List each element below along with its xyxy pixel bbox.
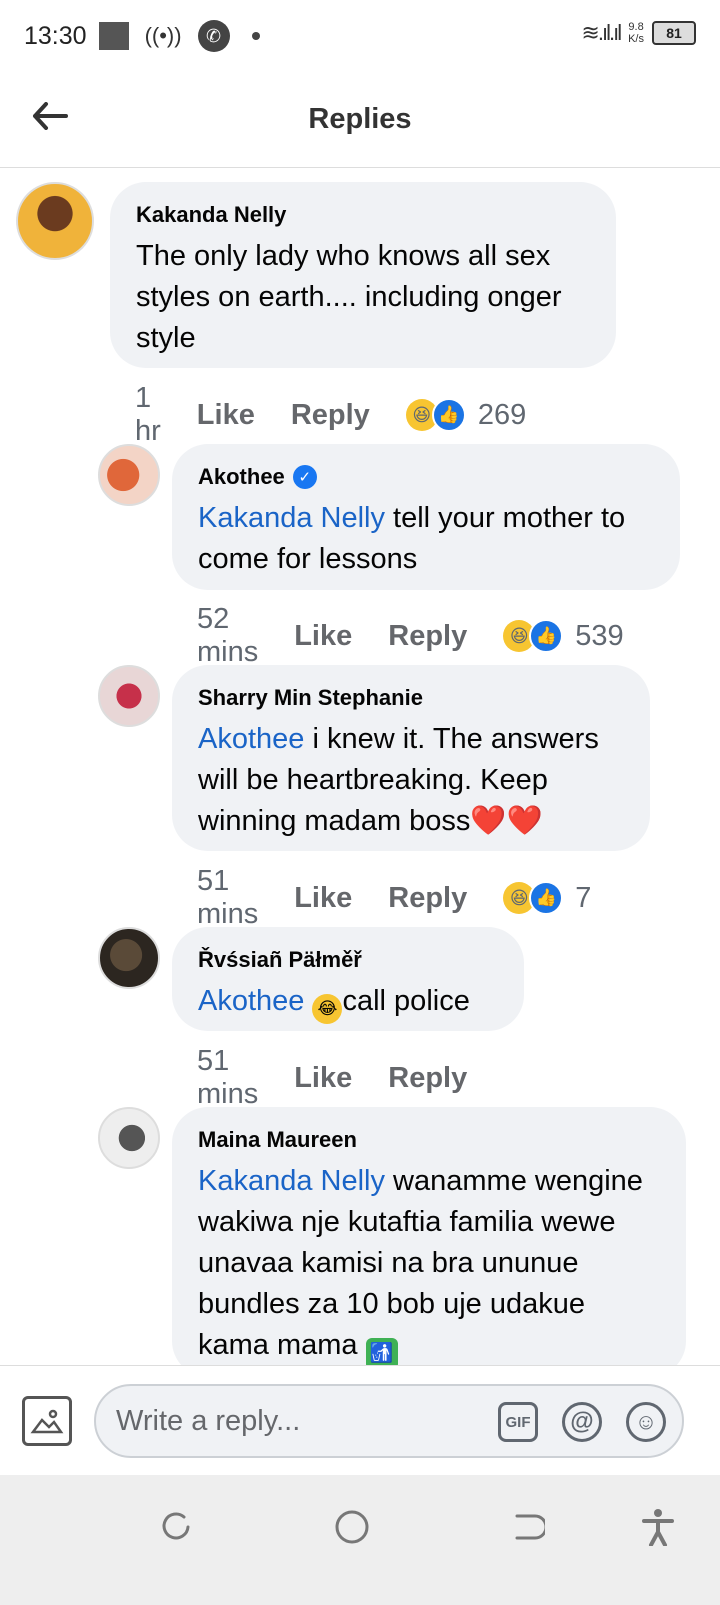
comment-meta: 1 hr Like Reply 😆 👍 269: [135, 382, 526, 448]
avatar[interactable]: [98, 1107, 160, 1169]
comment-bubble: Kakanda Nelly The only lady who knows al…: [110, 182, 616, 368]
gif-button[interactable]: GIF: [498, 1402, 538, 1442]
mention-link[interactable]: Kakanda Nelly: [198, 502, 385, 534]
reactions[interactable]: 😆 👍: [503, 881, 564, 915]
notification-dot-icon: [251, 32, 260, 40]
reply-placeholder: Write a reply...: [116, 1404, 301, 1437]
verified-badge-icon: ✓: [292, 465, 317, 489]
like-reaction-icon: 👍: [529, 619, 564, 653]
accessibility-icon[interactable]: [636, 1505, 680, 1549]
home-icon[interactable]: [330, 1505, 374, 1549]
like-button[interactable]: Like: [294, 882, 352, 915]
reply-input[interactable]: Write a reply... GIF @ ☺: [94, 1384, 684, 1458]
comment-text: Akothee i knew it. The answers will be h…: [198, 723, 599, 837]
like-reaction-icon: 👍: [529, 881, 564, 915]
reaction-count: 269: [477, 398, 527, 431]
comment-author[interactable]: Řvśsiañ Päłměř: [198, 947, 498, 973]
mention-button[interactable]: @: [562, 1402, 602, 1442]
comment-time: 52 mins: [197, 603, 259, 668]
reply-button[interactable]: Reply: [291, 399, 370, 432]
reactions[interactable]: 😆 👍: [405, 398, 466, 432]
photo-icon: [30, 1409, 64, 1434]
comment-text: Kakanda Nelly wanamme wengine wakiwa nje…: [198, 1161, 660, 1370]
mention-link[interactable]: Akothee: [198, 985, 304, 1017]
avatar[interactable]: [98, 665, 160, 727]
comment-bubble: Maina Maureen Kakanda Nelly wanamme weng…: [172, 1107, 686, 1377]
reactions[interactable]: 😆 👍: [503, 619, 564, 653]
comment-meta: 51 mins Like Reply: [197, 1045, 503, 1111]
laughing-emoji-icon: 😂: [312, 994, 343, 1024]
comment-author[interactable]: Sharry Min Stephanie: [198, 685, 624, 711]
avatar[interactable]: [16, 182, 94, 260]
recent-apps-icon[interactable]: [154, 1505, 198, 1549]
comment-time: 1 hr: [135, 382, 161, 447]
network-speed: 9.8 K/s: [628, 21, 644, 45]
screenshot-icon: [98, 22, 129, 50]
comment-bubble: Sharry Min Stephanie Akothee i knew it. …: [172, 665, 650, 851]
like-button[interactable]: Like: [197, 399, 255, 432]
avatar[interactable]: [98, 927, 160, 989]
comment-time: 51 mins: [197, 1045, 259, 1110]
comment-text: The only lady who knows all sex styles o…: [136, 240, 562, 354]
back-arrow-icon: [33, 102, 68, 130]
comment-text: Akothee 😂 call police: [198, 981, 498, 1024]
comment-author[interactable]: Kakanda Nelly: [136, 202, 590, 228]
like-reaction-icon: 👍: [431, 398, 466, 432]
phone-icon: ✆: [197, 20, 230, 52]
comment-bubble: Řvśsiañ Päłměř Akothee 😂 call police: [172, 927, 524, 1031]
back-nav-icon[interactable]: [506, 1505, 550, 1549]
status-time: 13:30: [24, 21, 87, 50]
reply-button[interactable]: Reply: [388, 620, 467, 653]
reaction-count: 539: [575, 619, 624, 652]
comment-meta: 51 mins Like Reply 😆 👍 7: [197, 865, 591, 931]
smiley-icon[interactable]: ☺: [626, 1402, 666, 1442]
photo-button[interactable]: [22, 1396, 72, 1446]
comment-author[interactable]: Akothee ✓: [198, 464, 654, 490]
avatar[interactable]: [98, 444, 160, 506]
hotspot-icon: ((•)): [144, 23, 182, 48]
comment-time: 51 mins: [197, 865, 259, 930]
comment-author[interactable]: Maina Maureen: [198, 1127, 660, 1153]
like-button[interactable]: Like: [294, 1062, 352, 1095]
reply-composer: Write a reply... GIF @ ☺: [0, 1365, 720, 1475]
header: Replies: [0, 72, 720, 168]
comment-meta: 52 mins Like Reply 😆 👍 539: [197, 603, 624, 669]
mention-link[interactable]: Kakanda Nelly: [198, 1165, 385, 1197]
page-title: Replies: [308, 103, 412, 135]
reply-button[interactable]: Reply: [388, 1062, 467, 1095]
reaction-count: 7: [575, 881, 592, 914]
status-bar: 13:30 ((•)) ✆ ≋.ıl.ıl 9.8 K/s 81: [0, 0, 720, 72]
battery-icon: 81: [652, 21, 696, 45]
system-navigation-bar: [0, 1475, 720, 1605]
like-button[interactable]: Like: [294, 620, 352, 653]
reply-button[interactable]: Reply: [388, 882, 467, 915]
comment-bubble: Akothee ✓ Kakanda Nelly tell your mother …: [172, 444, 680, 590]
mention-link[interactable]: Akothee: [198, 723, 304, 755]
wifi-signal-icon: ≋.ıl.ıl: [581, 20, 622, 45]
back-button[interactable]: [28, 94, 72, 138]
comment-text: Kakanda Nelly tell your mother to come f…: [198, 502, 626, 575]
